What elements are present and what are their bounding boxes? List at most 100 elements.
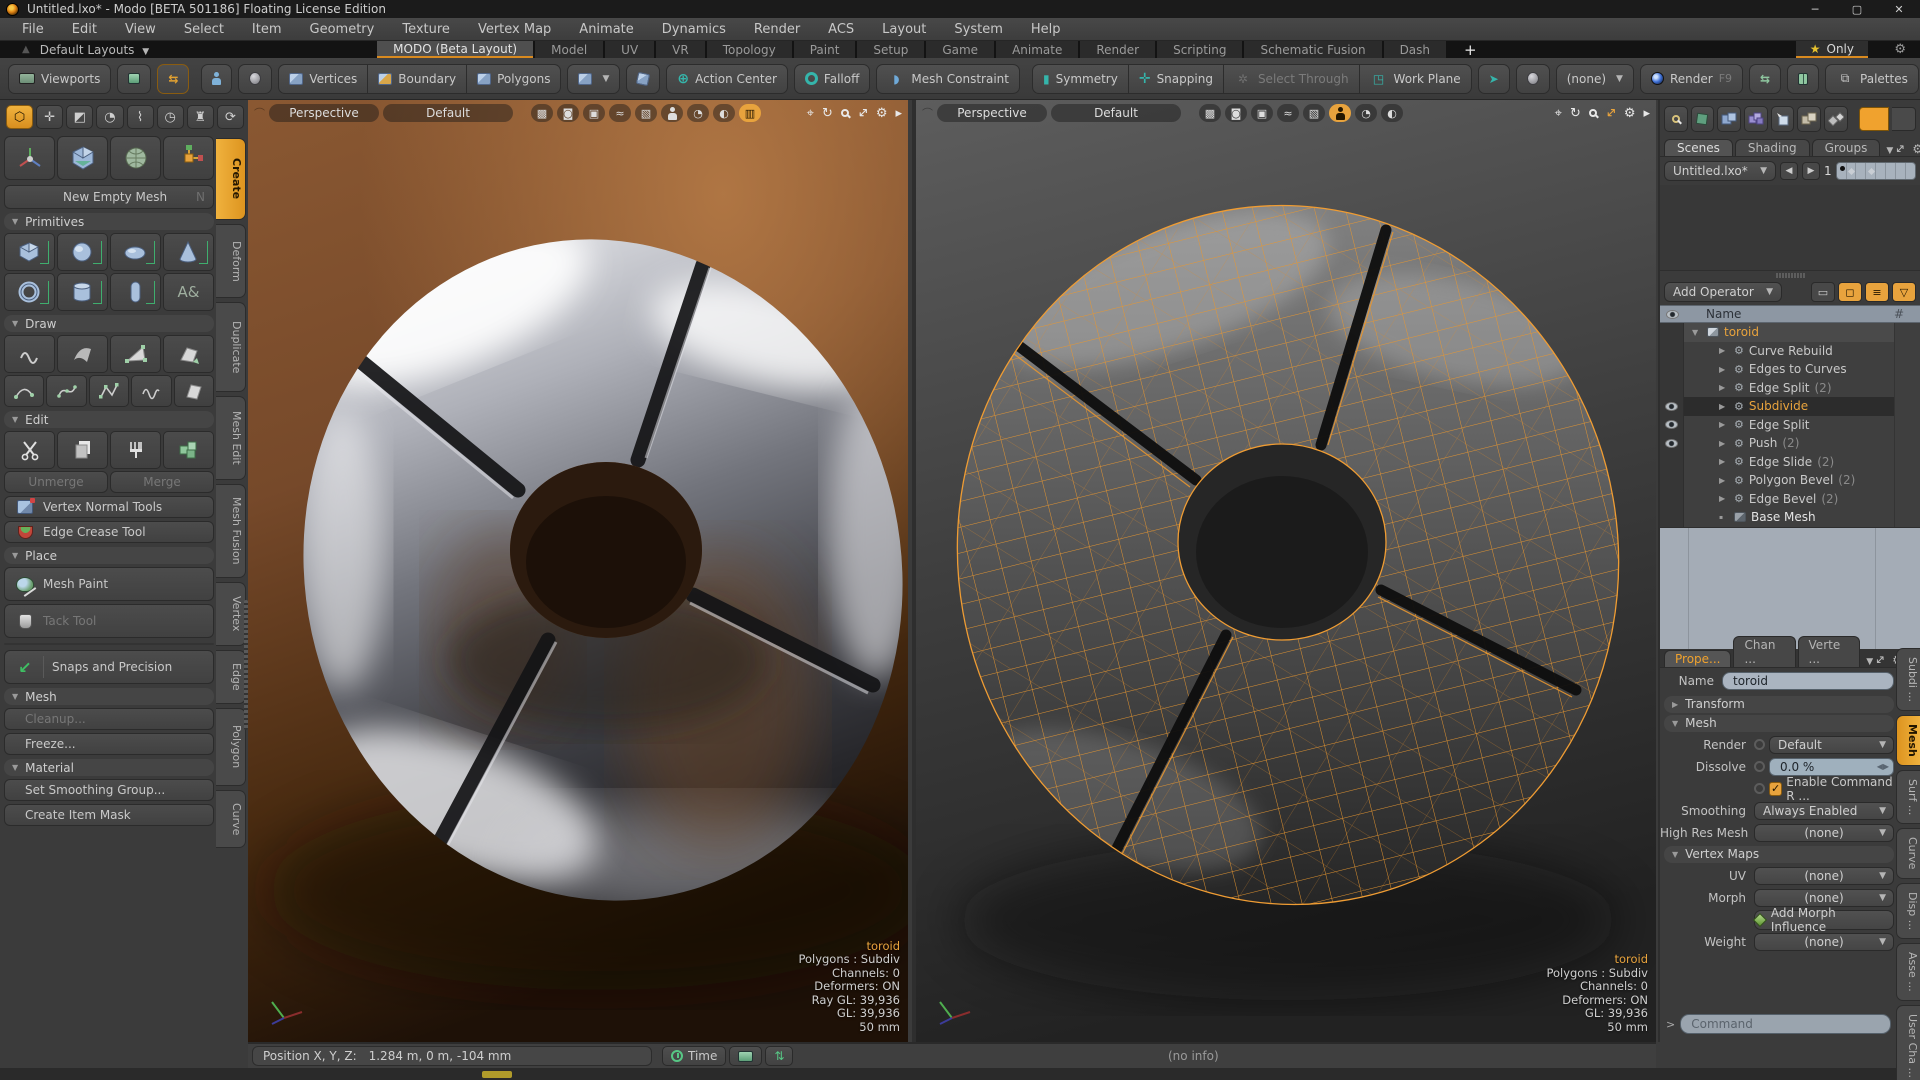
matcap-sphere-icon[interactable]: ◐ bbox=[713, 104, 735, 122]
merge-cubes-button[interactable] bbox=[163, 431, 214, 469]
tack-tool-button[interactable]: Tack Tool bbox=[4, 604, 214, 638]
tab-channels[interactable]: Chan ... bbox=[1733, 636, 1795, 667]
workspace-tab-dash[interactable]: Dash bbox=[1384, 41, 1446, 58]
axis-gizmo-tool[interactable] bbox=[4, 136, 55, 180]
workspace-tab-scripting[interactable]: Scripting bbox=[1157, 41, 1242, 58]
tab-vertex-maps[interactable]: Verte ... bbox=[1798, 636, 1861, 667]
minimize-button[interactable]: ─ bbox=[1794, 0, 1836, 18]
move-gizmo-tool[interactable] bbox=[163, 136, 214, 180]
tree-row-edge-split-1[interactable]: ▶⚙Edge Split(2) bbox=[1660, 379, 1920, 398]
scissors-tool-button[interactable] bbox=[4, 431, 55, 469]
edit-section-header[interactable]: ▼Edit bbox=[4, 411, 214, 428]
menu-item[interactable]: Item bbox=[238, 18, 296, 40]
select-through-button[interactable]: ✲Select Through bbox=[1223, 64, 1359, 94]
workspace-tab-animate[interactable]: Animate bbox=[996, 41, 1078, 58]
tab-deform[interactable]: Deform bbox=[216, 224, 246, 298]
spiral-tool-button[interactable] bbox=[4, 335, 55, 373]
cylinder-primitive-button[interactable] bbox=[57, 273, 108, 311]
text-primitive-button[interactable]: A& bbox=[163, 273, 214, 311]
tab-curve[interactable]: Curve bbox=[1896, 828, 1920, 878]
triangle-right-icon[interactable]: ▶ bbox=[1719, 457, 1729, 466]
tab-assembly[interactable]: Asse ... bbox=[1896, 943, 1920, 1001]
tree-row-toroid[interactable]: ▼toroid bbox=[1660, 323, 1920, 342]
tab-mesh-fusion[interactable]: Mesh Fusion bbox=[216, 484, 246, 578]
bell-toggle-icon[interactable]: ◔ bbox=[687, 104, 709, 122]
viewport-settings-gear-icon[interactable]: ⚙ bbox=[1624, 106, 1636, 121]
viewport-settings-gear-icon[interactable]: ⚙ bbox=[876, 106, 888, 121]
polyline-curve-button[interactable] bbox=[89, 375, 129, 407]
bell-toggle-icon[interactable]: ◔ bbox=[1355, 104, 1377, 122]
workspace-tab-schematic-fusion[interactable]: Schematic Fusion bbox=[1244, 41, 1381, 58]
menu-render[interactable]: Render bbox=[740, 18, 814, 40]
matcap-sphere-icon[interactable]: ◐ bbox=[1381, 104, 1403, 122]
default-layouts-switcher[interactable]: Default Layouts ▼ bbox=[40, 43, 149, 57]
snaps-and-precision-button[interactable]: ↙Snaps and Precision bbox=[4, 650, 214, 684]
workspace-tab-modo-beta[interactable]: MODO (Beta Layout) bbox=[377, 41, 533, 58]
primitives-section-header[interactable]: ▼Primitives bbox=[4, 213, 214, 230]
merge-button[interactable]: Merge bbox=[110, 471, 214, 493]
tree-row-edge-split-2[interactable]: ▶⚙Edge Split bbox=[1660, 416, 1920, 435]
wireframe-toggle-icon[interactable]: ≈ bbox=[1277, 104, 1299, 122]
create-item-mask-button[interactable]: Create Item Mask bbox=[4, 804, 214, 826]
new-empty-mesh-button[interactable]: New Empty Mesh N bbox=[4, 185, 214, 209]
symmetry-button[interactable]: ▮Symmetry bbox=[1032, 64, 1128, 94]
multiview-toggle-icon[interactable]: ◙ bbox=[1225, 104, 1247, 122]
tab-mesh-edit[interactable]: Mesh Edit bbox=[216, 396, 246, 480]
tree-row-edge-slide[interactable]: ▶⚙Edge Slide(2) bbox=[1660, 453, 1920, 472]
prev-scene-button[interactable]: ◀ bbox=[1780, 162, 1798, 180]
vertex-normal-tools-button[interactable]: Vertex Normal Tools bbox=[4, 496, 214, 518]
swap-layout-button[interactable]: ⇆ bbox=[157, 64, 189, 94]
triangle-right-icon[interactable]: ▶ bbox=[1719, 420, 1729, 429]
cursor-item-icon[interactable] bbox=[1771, 106, 1795, 132]
polygons-mode-button[interactable]: Polygons bbox=[466, 64, 561, 94]
action-center-button[interactable]: ⊕Action Center bbox=[666, 64, 788, 94]
item-color-swatch[interactable] bbox=[1859, 107, 1889, 131]
actor-visibility-icon[interactable] bbox=[661, 104, 683, 122]
orbit-icon[interactable]: ↻ bbox=[1570, 106, 1581, 121]
rotate-dial-icon[interactable]: ◔ bbox=[96, 105, 123, 129]
mesh-section-header[interactable]: ▼Mesh bbox=[1664, 715, 1894, 732]
mesh-section-header[interactable]: ▼Mesh bbox=[4, 688, 214, 705]
background-toggle-icon[interactable]: ▣ bbox=[1251, 104, 1273, 122]
workspace-tab-render[interactable]: Render bbox=[1080, 41, 1155, 58]
zoom-icon[interactable] bbox=[841, 109, 849, 117]
only-toggle[interactable]: ★Only bbox=[1796, 41, 1868, 58]
scene-list-area[interactable] bbox=[1660, 185, 1920, 271]
vertices-mode-button[interactable]: Vertices bbox=[278, 64, 367, 94]
triangle-down-icon[interactable]: ▼ bbox=[1692, 328, 1702, 337]
close-button[interactable]: ✕ bbox=[1878, 0, 1920, 18]
viewports-button[interactable]: Viewports bbox=[8, 64, 111, 94]
maximize-button[interactable]: ▢ bbox=[1836, 0, 1878, 18]
mesh-items-icon[interactable] bbox=[1717, 106, 1741, 132]
polygon-tool-button[interactable] bbox=[110, 335, 161, 373]
render-dropdown[interactable]: Default▼ bbox=[1769, 736, 1894, 754]
viewport-render[interactable]: ⌒ Perspective Default ▩ ◙ ▣ ≈ ▧ ◔ ◐ ▥ ⌖ … bbox=[248, 100, 908, 1042]
workspace-tab-paint[interactable]: Paint bbox=[794, 41, 856, 58]
transform-select-icon[interactable]: ◩ bbox=[66, 105, 93, 129]
sketch-curve-button[interactable] bbox=[131, 375, 171, 407]
gl-background-button[interactable] bbox=[1516, 64, 1550, 94]
layout-gear-icon[interactable]: ⚙ bbox=[1894, 41, 1906, 58]
comb-tool-button[interactable] bbox=[110, 431, 161, 469]
cube-item-tool[interactable] bbox=[57, 136, 108, 180]
arrow-tool-button[interactable]: ➤ bbox=[1478, 64, 1510, 94]
scene-item-icon[interactable] bbox=[1691, 106, 1715, 132]
cube-primitive-button[interactable] bbox=[4, 233, 55, 271]
high-res-mesh-dropdown[interactable]: (none)▼ bbox=[1754, 824, 1894, 842]
tab-duplicate[interactable]: Duplicate bbox=[216, 302, 246, 392]
tab-curve[interactable]: Curve bbox=[216, 790, 246, 848]
move-tool-icon[interactable]: ✛ bbox=[36, 105, 63, 129]
orbit-icon[interactable]: ↻ bbox=[822, 106, 833, 121]
unmerge-button[interactable]: Unmerge bbox=[4, 471, 108, 493]
triangle-right-icon[interactable]: ▶ bbox=[1719, 494, 1729, 503]
cleanup-button[interactable]: Cleanup... bbox=[4, 708, 214, 730]
corner-rotate-icon[interactable]: ⌒ bbox=[254, 105, 265, 121]
freeze-button[interactable]: Freeze... bbox=[4, 733, 214, 755]
eye-icon[interactable] bbox=[1665, 402, 1678, 411]
menu-view[interactable]: View bbox=[111, 18, 170, 40]
tab-polygon[interactable]: Polygon bbox=[216, 708, 246, 786]
place-section-header[interactable]: ▼Place bbox=[4, 547, 214, 564]
menu-help[interactable]: Help bbox=[1017, 18, 1075, 40]
add-morph-influence-button[interactable]: Add Morph Influence bbox=[1754, 910, 1894, 930]
eye-icon[interactable] bbox=[1665, 420, 1678, 429]
